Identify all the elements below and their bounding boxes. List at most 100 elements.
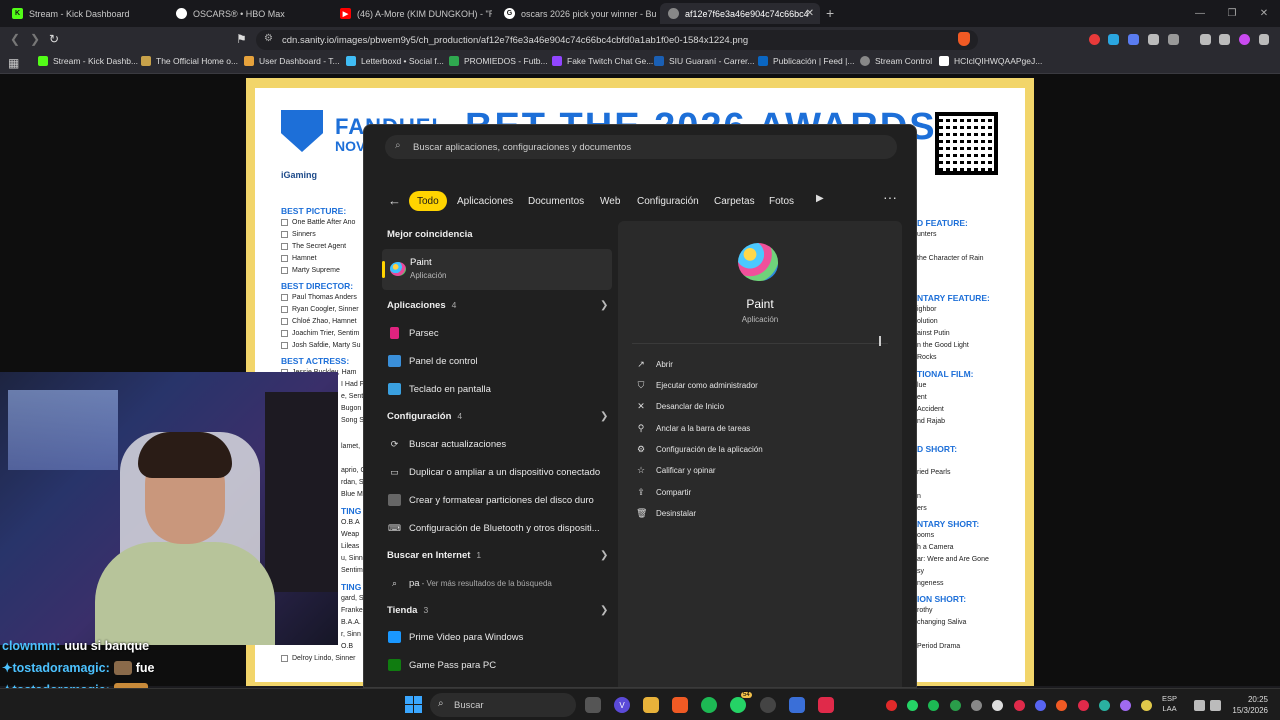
address-bar[interactable]: ⚙ cdn.sanity.io/images/pbwem9y5/ch_produ…	[256, 30, 978, 50]
sidebar-icon[interactable]	[1219, 34, 1230, 45]
chevron-right-icon[interactable]: ❯	[600, 550, 608, 561]
action-pin-taskbar[interactable]: ⚲ Anclar a la barra de tareas	[636, 423, 751, 434]
extensions-puzzle-icon[interactable]	[1148, 34, 1159, 45]
input-language[interactable]: ESP LAA	[1162, 694, 1177, 714]
action-open[interactable]: ↗ Abrir	[636, 359, 673, 370]
tab-youtube[interactable]: ▶ (46) A-More (KIM DUNGKOH) - "ROC	[332, 3, 492, 24]
settings-heading[interactable]: Configuración 4	[387, 411, 462, 422]
bookmark-item[interactable]: The Official Home o...	[141, 56, 238, 66]
app-item-control-panel[interactable]: Panel de control	[388, 355, 478, 367]
tray-icon[interactable]	[1099, 700, 1110, 711]
vivaldi-icon[interactable]: V	[614, 697, 630, 713]
taskbar-search[interactable]: ⌕ Buscar	[430, 693, 576, 717]
search-input[interactable]: ⌕ Buscar aplicaciones, configuraciones y…	[385, 135, 897, 159]
tray-icon[interactable]	[886, 700, 897, 711]
web-search-result[interactable]: ⌕ pa - Ver más resultados de la búsqueda	[388, 577, 552, 589]
store-item-prime-video[interactable]: Prime Video para Windows	[388, 631, 523, 643]
apps-grid-icon[interactable]: ▦	[8, 56, 19, 70]
discord-icon[interactable]	[1035, 700, 1046, 711]
whatsapp-icon[interactable]	[730, 697, 746, 713]
spotify-icon[interactable]	[701, 697, 717, 713]
action-rate-review[interactable]: ☆ Calificar y opinar	[636, 465, 716, 476]
bookmark-item[interactable]: SIU Guaraní - Carrer...	[654, 56, 755, 66]
action-unpin-start[interactable]: ✕ Desanclar de Inicio	[636, 401, 724, 412]
bookmark-item[interactable]: Stream Control	[860, 56, 932, 66]
filter-documents[interactable]: Documentos	[520, 191, 592, 211]
site-info-icon[interactable]: ⚙	[264, 33, 273, 44]
bookmark-item[interactable]: Publicación | Feed |...	[758, 56, 854, 66]
tray-icon[interactable]	[992, 700, 1003, 711]
app-item-on-screen-keyboard[interactable]: Teclado en pantalla	[388, 383, 491, 395]
setting-item-partitions[interactable]: Crear y formatear particiones del disco …	[388, 494, 594, 506]
filter-folders[interactable]: Carpetas	[706, 191, 763, 211]
extension-icon[interactable]	[1128, 34, 1139, 45]
chevron-right-icon[interactable]: ❯	[600, 300, 608, 311]
back-icon[interactable]: ❮	[10, 32, 20, 46]
extension-icon[interactable]	[1168, 34, 1179, 45]
extension-icon[interactable]	[1108, 34, 1119, 45]
file-explorer-icon[interactable]	[643, 697, 659, 713]
tab-poster-image[interactable]: af12e7f6e3a46e904c74c66bc4 ✕	[660, 3, 820, 24]
store-item-game-pass[interactable]: Game Pass para PC	[388, 659, 496, 671]
close-tab-icon[interactable]: ✕	[806, 8, 814, 19]
brave-icon[interactable]	[672, 697, 688, 713]
setting-item-bluetooth[interactable]: ⌨ Configuración de Bluetooth y otros disp…	[388, 522, 600, 534]
filter-photos[interactable]: Fotos	[761, 191, 802, 211]
play-icon[interactable]: ▶	[816, 193, 824, 204]
task-view-icon[interactable]	[585, 697, 601, 713]
tab-google-search[interactable]: G oscars 2026 pick your winner - Busca	[496, 3, 656, 24]
back-arrow-icon[interactable]: ←	[388, 193, 401, 208]
tray-icon[interactable]	[1078, 700, 1089, 711]
brave-shield-icon[interactable]	[958, 32, 970, 46]
best-match-item[interactable]: Paint Aplicación	[382, 249, 612, 290]
app-icon[interactable]	[789, 697, 805, 713]
close-window-icon[interactable]: ✕	[1248, 0, 1280, 27]
filter-web[interactable]: Web	[592, 191, 628, 211]
new-tab-button[interactable]: +	[826, 5, 834, 21]
tray-icon[interactable]	[907, 700, 918, 711]
chevron-right-icon[interactable]: ❯	[600, 605, 608, 616]
bookmark-item[interactable]: PROMIEDOS - Futb...	[449, 56, 548, 66]
tray-icon[interactable]	[1056, 700, 1067, 711]
app-icon[interactable]	[818, 697, 834, 713]
web-search-heading[interactable]: Buscar en Internet 1	[387, 550, 481, 561]
apps-heading[interactable]: Aplicaciones 4	[387, 300, 456, 311]
menu-icon[interactable]	[1259, 34, 1269, 45]
reload-icon[interactable]: ↻	[49, 32, 59, 46]
action-app-settings[interactable]: ⚙ Configuración de la aplicación	[636, 444, 763, 455]
tray-icon[interactable]	[1120, 700, 1131, 711]
setting-item-updates[interactable]: ⟳ Buscar actualizaciones	[388, 438, 506, 450]
tab-hbo-max[interactable]: OSCARS® • HBO Max	[168, 3, 328, 24]
volume-icon[interactable]	[1210, 700, 1221, 711]
maximize-icon[interactable]: ❐	[1216, 0, 1248, 27]
action-uninstall[interactable]: 🗑 Desinstalar	[636, 508, 696, 519]
extension-icon[interactable]	[1089, 34, 1100, 45]
bookmark-item[interactable]: Stream - Kick Dashb...	[38, 56, 138, 66]
tab-kick-dashboard[interactable]: K Stream - Kick Dashboard	[4, 3, 164, 24]
setting-item-display[interactable]: ▭ Duplicar o ampliar a un dispositivo con…	[388, 466, 600, 478]
forward-icon[interactable]: ❯	[30, 32, 40, 46]
bookmark-item[interactable]: HCIclQIHWQAAPgeJ...	[939, 56, 1042, 66]
filter-settings[interactable]: Configuración	[629, 191, 707, 211]
app-item-parsec[interactable]: Parsec	[388, 327, 439, 339]
minimize-icon[interactable]: —	[1184, 0, 1216, 27]
action-share[interactable]: ⇪ Compartir	[636, 487, 691, 498]
bookmark-icon[interactable]: ⚑	[236, 32, 247, 46]
bookmark-item[interactable]: User Dashboard - T...	[244, 56, 340, 66]
music-icon[interactable]	[1200, 34, 1211, 45]
more-options-icon[interactable]: ···	[883, 189, 897, 205]
action-run-as-admin[interactable]: ⛉ Ejecutar como administrador	[636, 380, 758, 391]
obs-icon[interactable]	[760, 697, 776, 713]
tray-icon[interactable]	[950, 700, 961, 711]
network-icon[interactable]	[1194, 700, 1205, 711]
tray-icon[interactable]	[971, 700, 982, 711]
tray-icon[interactable]	[928, 700, 939, 711]
wallet-icon[interactable]	[1239, 34, 1250, 45]
chevron-right-icon[interactable]: ❯	[600, 411, 608, 422]
clock[interactable]: 20:25 15/3/2026	[1224, 694, 1268, 716]
filter-apps[interactable]: Aplicaciones	[449, 191, 521, 211]
windows-start-icon[interactable]	[405, 696, 422, 713]
microphone-icon[interactable]	[1141, 700, 1152, 711]
bookmark-item[interactable]: Fake Twitch Chat Ge...	[552, 56, 653, 66]
bookmark-item[interactable]: Letterboxd • Social f...	[346, 56, 444, 66]
